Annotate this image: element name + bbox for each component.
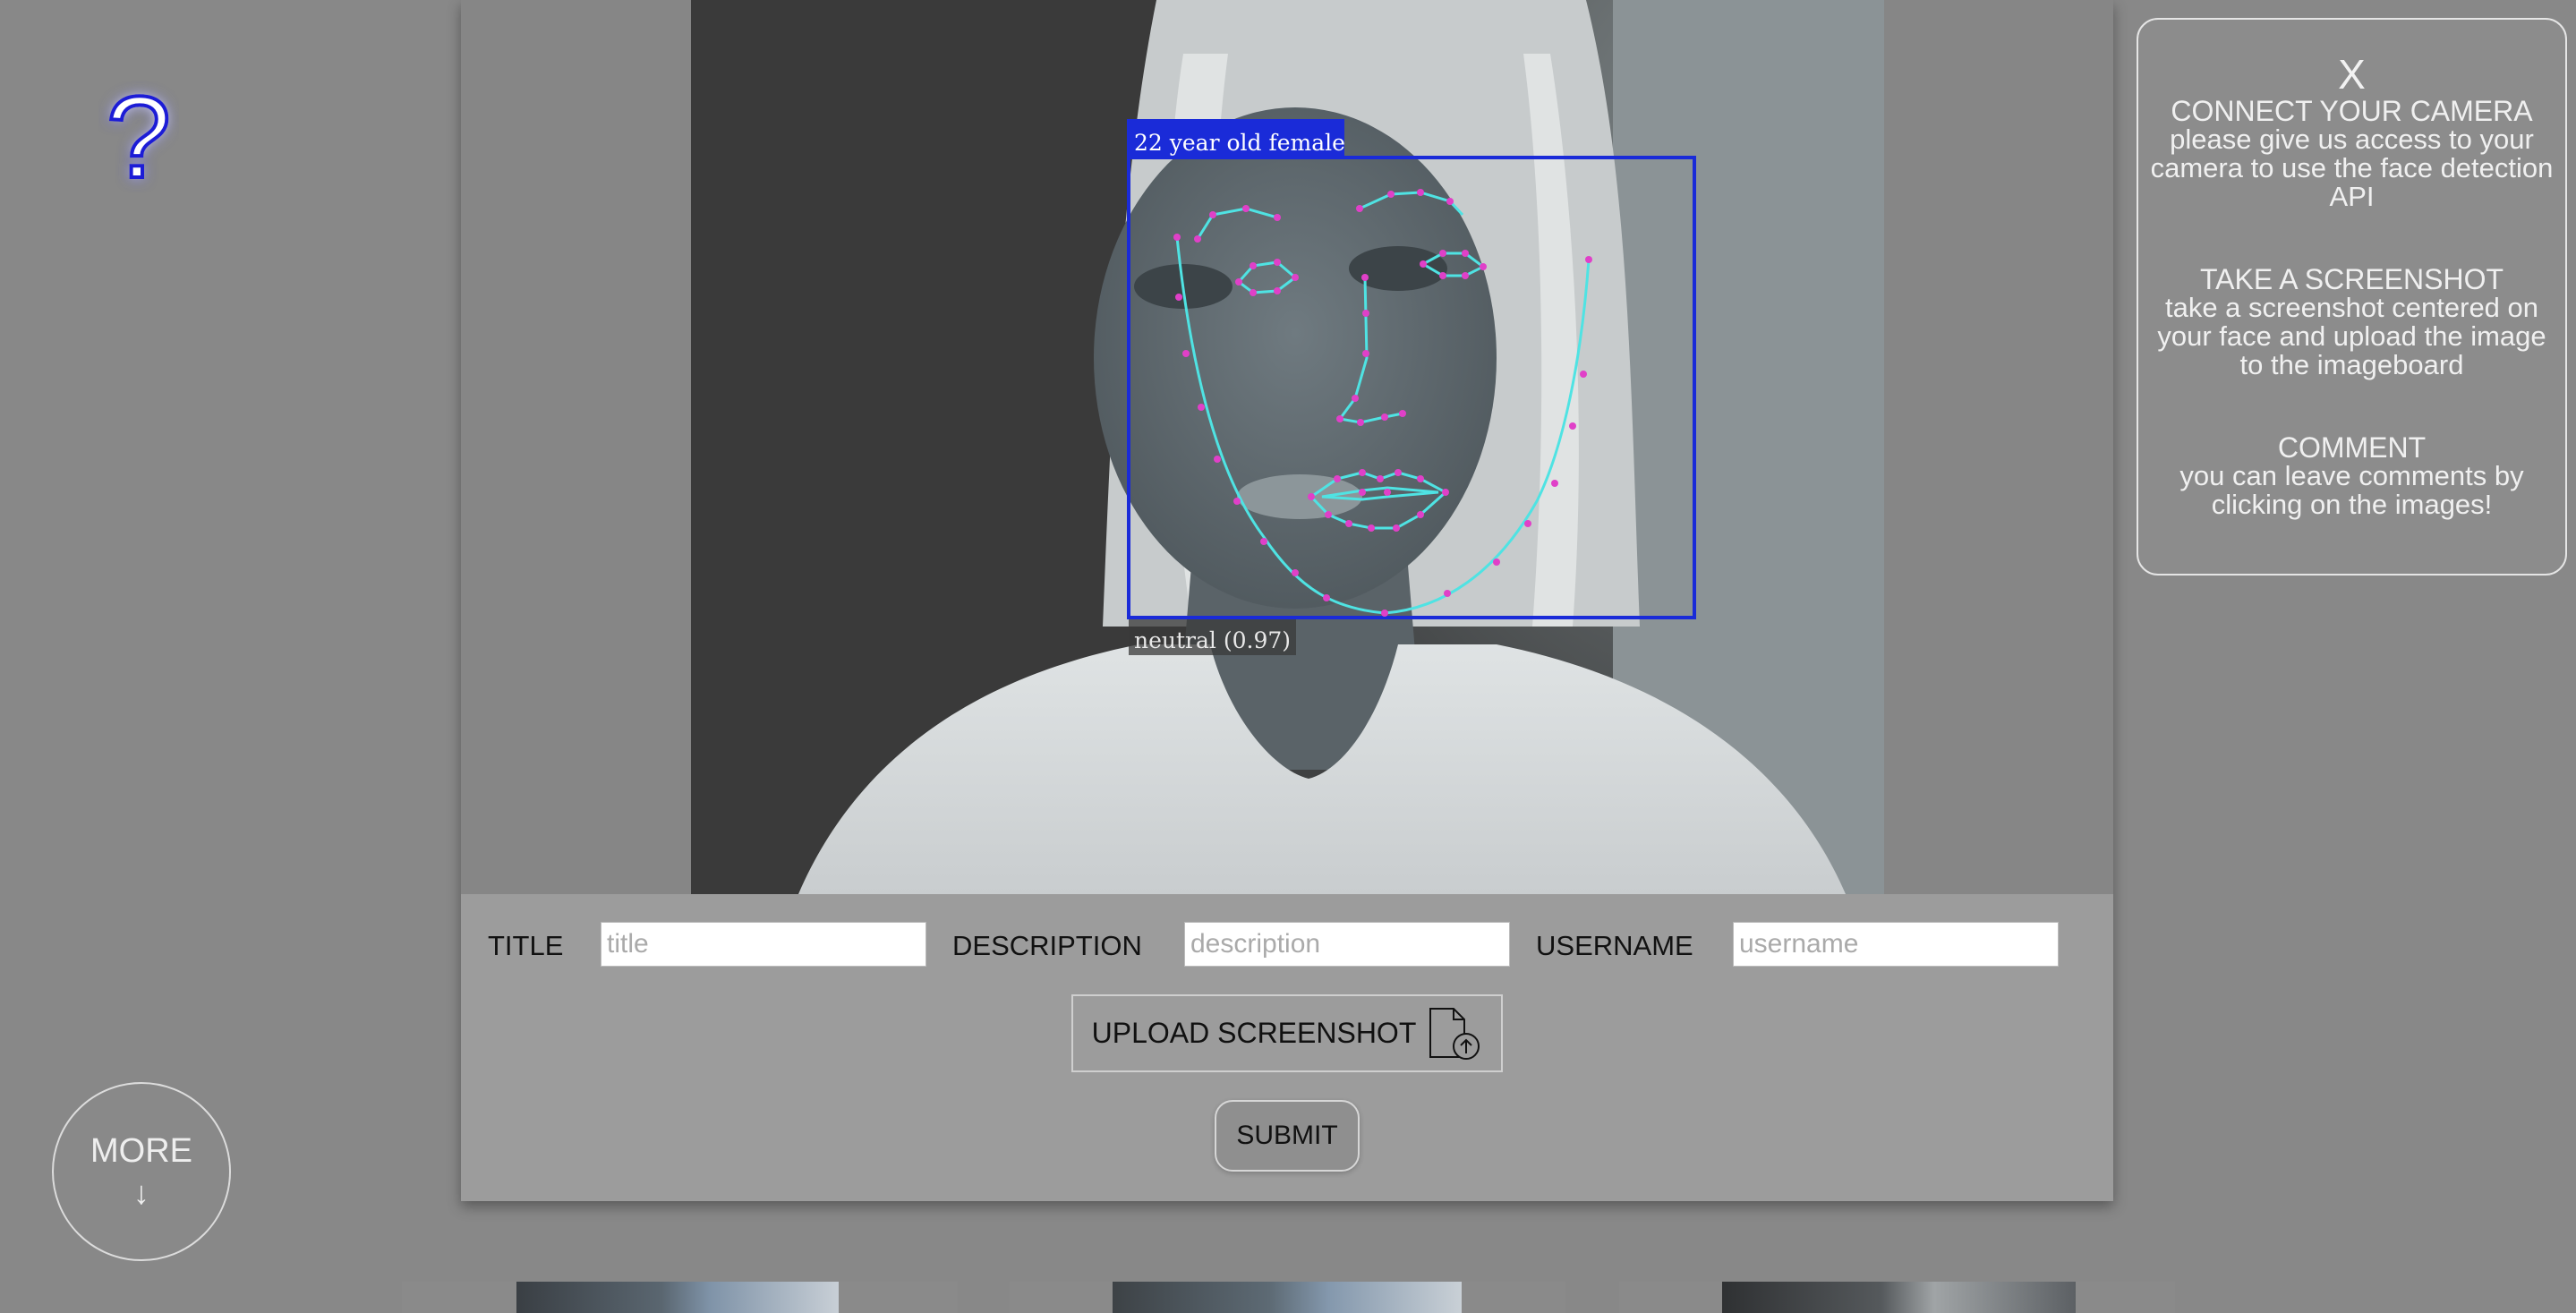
svg-text:?: ? xyxy=(107,79,171,195)
thumbnail-card[interactable] xyxy=(1619,1282,2175,1313)
info-title: CONNECT YOUR CAMERA xyxy=(2171,95,2533,127)
info-title: TAKE A SCREENSHOT xyxy=(2199,263,2504,295)
info-section-comment: COMMENT you can leave comments by clicki… xyxy=(2147,433,2556,519)
title-label: TITLE xyxy=(488,930,564,961)
info-body: you can leave comments by clicking on th… xyxy=(2179,460,2524,520)
arrow-down-icon: ↓ xyxy=(133,1173,149,1211)
info-section-camera: CONNECT YOUR CAMERA please give us acces… xyxy=(2147,97,2556,211)
username-label: USERNAME xyxy=(1536,930,1693,961)
file-upload-icon xyxy=(1429,1007,1480,1060)
age-label: 22 year old female xyxy=(1134,130,1345,156)
more-label: MORE xyxy=(90,1131,192,1170)
description-label: DESCRIPTION xyxy=(952,930,1142,961)
thumbnail-card[interactable] xyxy=(1010,1282,1565,1313)
more-button[interactable]: MORE ↓ xyxy=(52,1082,231,1261)
camera-feed: 22 year old female neutral (0.97) xyxy=(691,0,1884,894)
thumbnail-card[interactable] xyxy=(402,1282,958,1313)
question-mark-icon[interactable]: ? xyxy=(98,79,179,195)
camera-frame: 22 year old female neutral (0.97) xyxy=(691,0,1884,894)
camera-view: 22 year old female neutral (0.97) xyxy=(461,0,2113,894)
submit-button[interactable]: SUBMIT xyxy=(1215,1100,1360,1172)
info-body: please give us access to your camera to … xyxy=(2150,124,2554,212)
username-input[interactable] xyxy=(1733,922,2059,967)
description-input[interactable] xyxy=(1184,922,1510,967)
upload-screenshot-label: UPLOAD SCREENSHOT xyxy=(1091,1017,1417,1049)
title-input[interactable] xyxy=(601,922,926,967)
info-section-screenshot: TAKE A SCREENSHOT take a screenshot cent… xyxy=(2147,265,2556,379)
upload-screenshot-button[interactable]: UPLOAD SCREENSHOT xyxy=(1071,994,1503,1072)
expression-label: neutral (0.97) xyxy=(1134,627,1291,653)
thumbnail-image xyxy=(1113,1282,1462,1313)
info-panel: X CONNECT YOUR CAMERA please give us acc… xyxy=(2137,18,2567,576)
thumbnail-image xyxy=(1722,1282,2076,1313)
close-button[interactable]: X xyxy=(2138,50,2565,98)
info-body: take a screenshot centered on your face … xyxy=(2157,292,2546,380)
thumbnail-image xyxy=(516,1282,839,1313)
info-title: COMMENT xyxy=(2277,431,2427,464)
